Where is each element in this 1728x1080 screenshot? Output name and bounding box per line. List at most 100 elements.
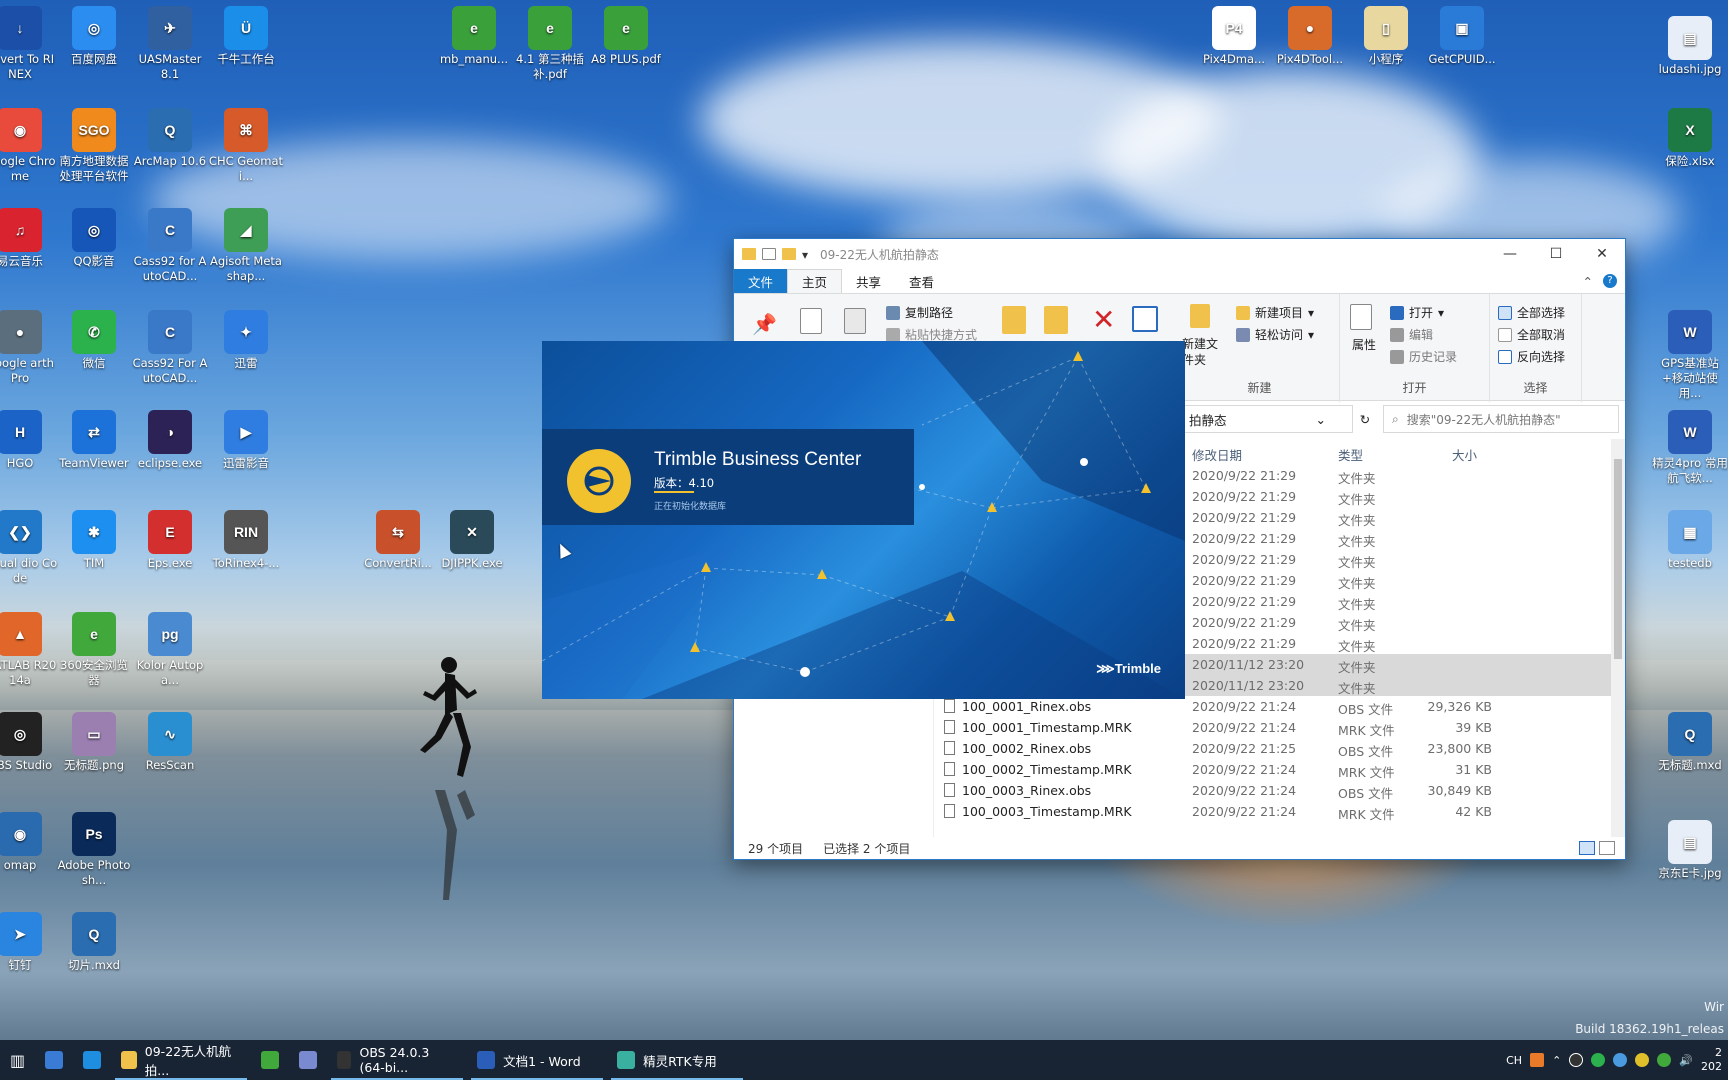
delete-icon[interactable]: ✕ <box>1092 306 1115 334</box>
desktop-right-icon-2[interactable]: ▯ 小程序 <box>1348 6 1424 67</box>
copy-to-icon[interactable] <box>1044 306 1068 334</box>
desktop-left-icon-27[interactable]: ◎ OBS Studio <box>0 712 58 773</box>
file-row[interactable]: 100_0002_Timestamp.MRK 2020/9/22 21:24 MRK… <box>934 759 1611 780</box>
desktop-left-icon-9[interactable]: ◎ QQ影音 <box>56 208 132 269</box>
column-date[interactable]: 修改日期 <box>1192 445 1242 464</box>
desktop-left-icon-16[interactable]: H HGO <box>0 410 58 471</box>
desktop-left-icon-3[interactable]: Ü 千牛工作台 <box>208 6 284 67</box>
volume-icon[interactable]: 🔊 <box>1679 1054 1693 1067</box>
taskbar-app-button[interactable]: 09-22无人机航拍... <box>111 1040 251 1080</box>
desktop-left-icon-17[interactable]: ⇄ TeamViewer <box>56 410 132 471</box>
desktop-left-icon-4[interactable]: ◉Google Chrome <box>0 108 58 184</box>
desktop-left-icon-15[interactable]: ✦ 迅雷 <box>208 310 284 371</box>
tray-network-icon[interactable] <box>1613 1053 1628 1067</box>
invert-selection-button[interactable]: 反向选择 <box>1498 348 1565 365</box>
properties-button[interactable] <box>1350 304 1372 330</box>
desktop-left-icon-8[interactable]: ♫ 易云音乐 <box>0 208 58 269</box>
move-to-icon[interactable] <box>1002 306 1026 334</box>
tab-view[interactable]: 查看 <box>895 269 948 293</box>
desktop-left-icon-30[interactable]: ◉ omap <box>0 812 58 873</box>
chevron-up-icon[interactable]: ⌃ <box>1552 1054 1561 1067</box>
desktop-right-icon-3[interactable]: ▣ GetCPUID... <box>1424 6 1500 67</box>
select-none-button[interactable]: 全部取消 <box>1498 326 1565 343</box>
taskbar-app-button[interactable]: OBS 24.0.3 (64-bi... <box>327 1040 467 1080</box>
taskbar-app-button[interactable] <box>289 1040 327 1080</box>
input-language[interactable]: CH <box>1506 1054 1522 1067</box>
task-view-button[interactable]: ▥ <box>0 1040 35 1080</box>
desktop-right-icon-8[interactable]: ▦ testedb <box>1652 510 1728 571</box>
desktop-left-icon-33[interactable]: Q 切片.mxd <box>56 912 132 973</box>
vertical-scrollbar[interactable] <box>1611 439 1625 837</box>
desktop-right-icon-4[interactable]: ▤ ludashi.jpg <box>1652 16 1728 77</box>
file-row[interactable]: 100_0002_Rinex.obs 2020/9/22 21:25 OBS 文件 2… <box>934 738 1611 759</box>
file-row[interactable]: 100_0003_Timestamp.MRK 2020/9/22 21:24 MRK… <box>934 801 1611 822</box>
clock[interactable]: 2 202 <box>1701 1046 1722 1074</box>
desktop-left-icon-5[interactable]: SGO 南方地理数据处理平台软件 <box>56 108 132 184</box>
desktop-left-icon-32[interactable]: ➤ 钉钉 <box>0 912 58 973</box>
desktop-right-icon-5[interactable]: X 保险.xlsx <box>1652 108 1728 169</box>
desktop-right-icon-9[interactable]: Q 无标题.mxd <box>1652 712 1728 773</box>
desktop-left-icon-31[interactable]: Ps Adobe Photosh... <box>56 812 132 888</box>
chevron-down-icon[interactable]: ⌄ <box>1316 412 1326 427</box>
select-all-button[interactable]: 全部选择 <box>1498 304 1565 321</box>
search-input[interactable]: ⌕ 搜索"09-22无人机航拍静态" <box>1383 405 1619 433</box>
properties-quick-icon[interactable] <box>762 248 776 260</box>
easy-access-button[interactable]: 轻松访问 ▾ <box>1236 326 1314 343</box>
taskbar-app-button[interactable] <box>73 1040 111 1080</box>
desktop-left-icon-28[interactable]: ▭ 无标题.png <box>56 712 132 773</box>
new-item-button[interactable]: 新建项目 ▾ <box>1236 304 1314 321</box>
copy-icon[interactable] <box>800 308 822 334</box>
paste-icon[interactable] <box>844 308 866 334</box>
desktop-left-icon-1[interactable]: ◎ 百度网盘 <box>56 6 132 67</box>
desktop-left-icon-22[interactable]: E Eps.exe <box>132 510 208 571</box>
open-button[interactable]: 打开 ▾ <box>1390 304 1444 321</box>
close-button[interactable]: ✕ <box>1579 239 1625 269</box>
refresh-icon[interactable]: ↻ <box>1352 412 1378 427</box>
desktop-left-icon-14[interactable]: C Cass92 For AutoCAD... <box>132 310 208 386</box>
desktop-left-icon-23[interactable]: RIN ToRinex4-... <box>208 510 284 571</box>
new-folder-button[interactable] <box>1190 304 1210 328</box>
desktop-mid-icon-0[interactable]: ⇆ ConvertRi... <box>360 510 436 571</box>
desktop-right-icon-6[interactable]: W GPS基准站+移动站使用... <box>1652 310 1728 401</box>
desktop-right-icon-1[interactable]: ● Pix4DTool... <box>1272 6 1348 67</box>
desktop-left-icon-0[interactable]: ↓onvert To RINEX <box>0 6 58 82</box>
tray-security-icon[interactable] <box>1657 1053 1672 1067</box>
copy-path-button[interactable]: 复制路径 <box>886 304 953 321</box>
column-size[interactable]: 大小 <box>1452 445 1477 464</box>
desktop-left-icon-21[interactable]: ✱ TIM <box>56 510 132 571</box>
desktop-left-icon-18[interactable]: ◑ eclipse.exe <box>132 410 208 471</box>
large-icons-view-icon[interactable] <box>1599 841 1615 855</box>
minimize-button[interactable]: — <box>1487 239 1533 269</box>
desktop-left-icon-19[interactable]: ▶ 迅雷影音 <box>208 410 284 471</box>
desktop-left-icon-29[interactable]: ∿ ResScan <box>132 712 208 773</box>
tray-app-icon[interactable] <box>1530 1053 1545 1067</box>
rename-icon[interactable] <box>1132 306 1158 332</box>
desktop-mid-icon-3[interactable]: e 4.1 第三种插补.pdf <box>512 6 588 82</box>
pin-icon[interactable]: 📌 <box>752 312 777 336</box>
history-button[interactable]: 历史记录 <box>1390 348 1457 365</box>
desktop-left-icon-2[interactable]: ✈ UASMaster 8.1 <box>132 6 208 82</box>
desktop-left-icon-6[interactable]: Q ArcMap 10.6 <box>132 108 208 169</box>
desktop-right-icon-10[interactable]: ▤ 京东E卡.jpg <box>1652 820 1728 881</box>
tray-360-icon[interactable] <box>1635 1053 1650 1067</box>
desktop-left-icon-7[interactable]: ⌘ CHC Geomati... <box>208 108 284 184</box>
details-view-icon[interactable] <box>1579 841 1595 855</box>
help-icon[interactable]: ? <box>1603 274 1617 288</box>
desktop-left-icon-25[interactable]: e 360安全浏览器 <box>56 612 132 688</box>
tab-home[interactable]: 主页 <box>787 269 843 293</box>
chevron-down-icon[interactable]: ▾ <box>802 248 810 262</box>
desktop-left-icon-20[interactable]: ❮❯Visual dio Code <box>0 510 58 586</box>
column-type[interactable]: 类型 <box>1338 445 1363 464</box>
desktop-left-icon-13[interactable]: ✆ 微信 <box>56 310 132 371</box>
desktop-left-icon-10[interactable]: C Cass92 for AutoCAD... <box>132 208 208 284</box>
file-row[interactable]: 100_0001_Rinex.obs 2020/9/22 21:24 OBS 文件 2… <box>934 696 1611 717</box>
tab-share[interactable]: 共享 <box>842 269 895 293</box>
edit-button[interactable]: 编辑 <box>1390 326 1433 343</box>
taskbar-app-button[interactable] <box>251 1040 289 1080</box>
desktop-left-icon-24[interactable]: ▲MATLAB R2014a <box>0 612 58 688</box>
file-row[interactable]: 100_0003_Rinex.obs 2020/9/22 21:24 OBS 文件 3… <box>934 780 1611 801</box>
maximize-button[interactable]: ☐ <box>1533 239 1579 269</box>
desktop-left-icon-12[interactable]: ●Google arth Pro <box>0 310 58 386</box>
desktop-mid-icon-1[interactable]: ✕ DJIPPK.exe <box>434 510 510 571</box>
tray-wechat-icon[interactable] <box>1591 1053 1606 1067</box>
